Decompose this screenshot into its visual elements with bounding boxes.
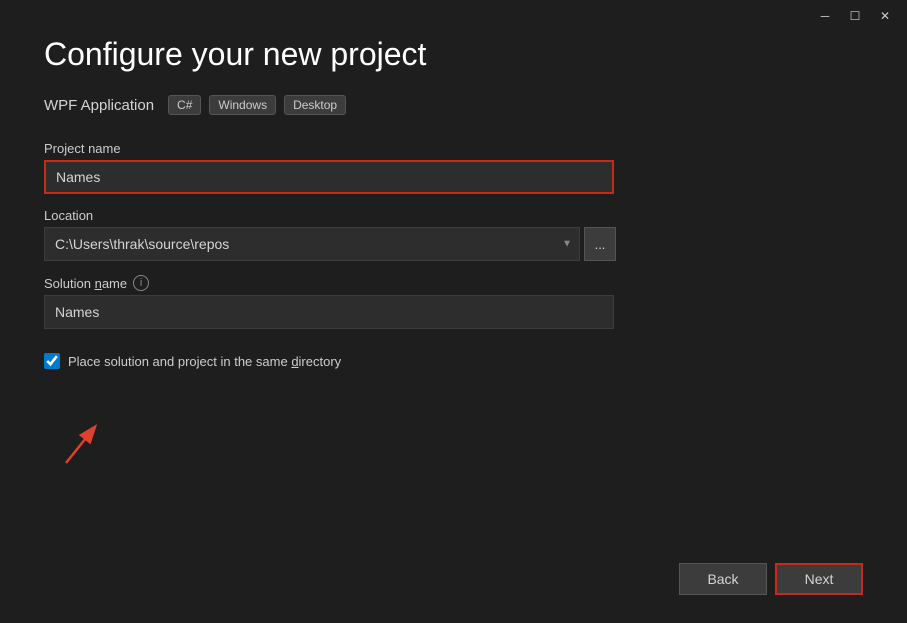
- location-dropdown-wrapper: C:\Users\thrak\source\repos ▼: [44, 227, 580, 261]
- minimize-button[interactable]: ─: [811, 6, 839, 26]
- project-name-group: Project name: [44, 141, 863, 194]
- tag-desktop: Desktop: [284, 95, 346, 115]
- app-type-row: WPF Application C# Windows Desktop: [44, 95, 863, 115]
- form-section: Project name Location C:\Users\thrak\sou…: [44, 141, 863, 547]
- title-bar: ─ ☐ ✕: [803, 0, 907, 32]
- app-type-label: WPF Application: [44, 97, 154, 114]
- close-button[interactable]: ✕: [871, 6, 899, 26]
- project-name-input[interactable]: [44, 160, 614, 194]
- solution-name-group: Solution name i: [44, 275, 863, 329]
- bottom-bar: Back Next: [44, 547, 863, 603]
- location-label: Location: [44, 208, 863, 223]
- project-name-label: Project name: [44, 141, 863, 156]
- tag-windows: Windows: [209, 95, 276, 115]
- location-row: C:\Users\thrak\source\repos ▼ ...: [44, 227, 863, 261]
- location-group: Location C:\Users\thrak\source\repos ▼ .…: [44, 208, 863, 261]
- browse-button[interactable]: ...: [584, 227, 616, 261]
- same-directory-label: Place solution and project in the same d…: [68, 354, 341, 369]
- info-icon: i: [133, 275, 149, 291]
- checkbox-row: Place solution and project in the same d…: [44, 353, 863, 369]
- solution-name-label: Solution name: [44, 276, 127, 291]
- back-button[interactable]: Back: [679, 563, 767, 595]
- page-title: Configure your new project: [44, 36, 863, 73]
- next-button[interactable]: Next: [775, 563, 863, 595]
- solution-name-input[interactable]: [44, 295, 614, 329]
- maximize-button[interactable]: ☐: [841, 6, 869, 26]
- location-select[interactable]: C:\Users\thrak\source\repos: [44, 227, 580, 261]
- tag-csharp: C#: [168, 95, 201, 115]
- same-directory-checkbox[interactable]: [44, 353, 60, 369]
- main-content: Configure your new project WPF Applicati…: [0, 0, 907, 623]
- solution-label-row: Solution name i: [44, 275, 863, 291]
